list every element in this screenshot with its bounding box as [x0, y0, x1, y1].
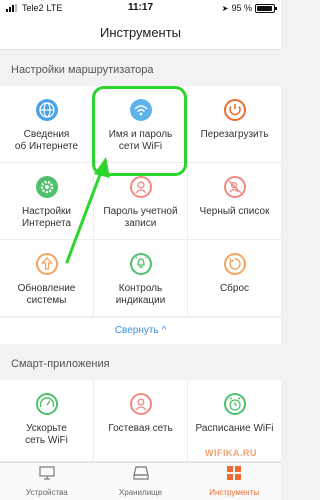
- storage-icon: [132, 466, 149, 480]
- tab-label: Инструменты: [209, 488, 260, 497]
- monitor-icon: [39, 466, 55, 480]
- tab-devices[interactable]: Устройства: [0, 463, 94, 500]
- tools-icon: [226, 466, 242, 480]
- bottom-tab-bar: Устройства Хранилище Инструменты: [0, 462, 281, 500]
- tab-label: Хранилище: [118, 488, 163, 497]
- tab-label: Устройства: [25, 488, 68, 497]
- pointer-arrow: [65, 157, 110, 264]
- watermark: WIFIKA.RU: [205, 448, 257, 458]
- tab-storage[interactable]: Хранилище: [94, 463, 188, 500]
- tab-tools[interactable]: Инструменты: [187, 463, 281, 500]
